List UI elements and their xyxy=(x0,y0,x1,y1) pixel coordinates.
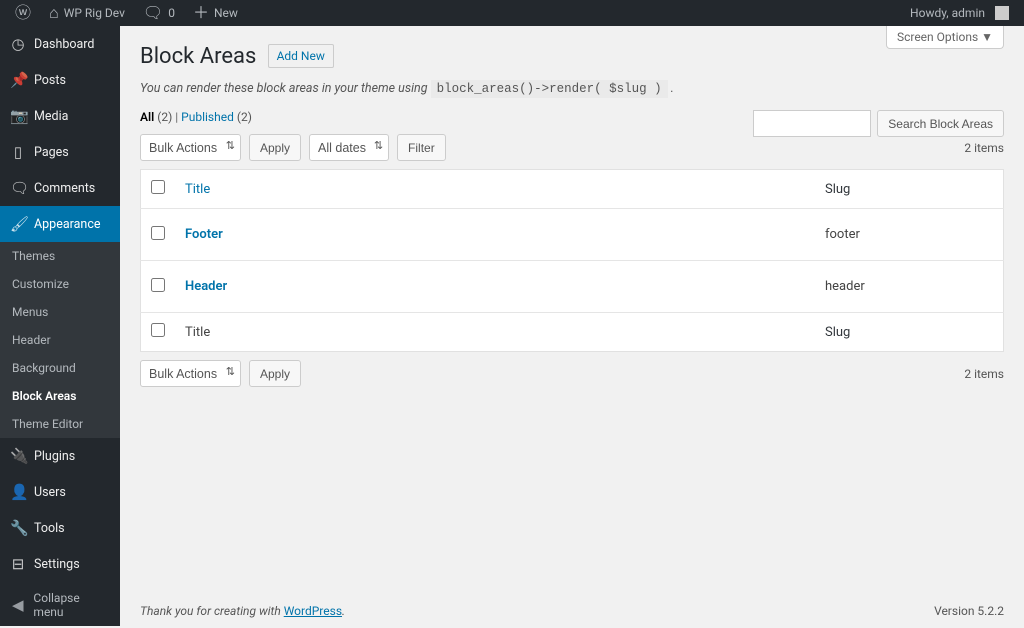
sub-customize[interactable]: Customize xyxy=(0,270,120,298)
screen-options-toggle[interactable]: Screen Options ▼ xyxy=(886,26,1004,49)
content-area: Screen Options ▼ Block Areas Add New You… xyxy=(120,26,1024,626)
tablenav-bottom: Bulk Actions Apply 2 items xyxy=(140,360,1004,387)
menu-settings[interactable]: ⊟Settings xyxy=(0,546,120,582)
col-title[interactable]: Title xyxy=(175,170,815,209)
row-checkbox[interactable] xyxy=(151,226,165,240)
tablenav-top: Bulk Actions Apply All dates Filter 2 it… xyxy=(140,134,1004,161)
appearance-submenu: Themes Customize Menus Header Background… xyxy=(0,242,120,438)
menu-posts[interactable]: 📌Posts xyxy=(0,62,120,98)
menu-dashboard[interactable]: ◷Dashboard xyxy=(0,26,120,62)
admin-bar: ⓦ ⌂WP Rig Dev 🗨0 ＋New Howdy, admin xyxy=(0,0,1024,26)
menu-pages[interactable]: ▯Pages xyxy=(0,134,120,170)
date-filter-select[interactable]: All dates xyxy=(309,134,389,161)
sub-theme-editor[interactable]: Theme Editor xyxy=(0,410,120,438)
row-slug: footer xyxy=(815,209,1004,261)
site-name[interactable]: ⌂WP Rig Dev xyxy=(40,0,134,26)
sub-block-areas[interactable]: Block Areas xyxy=(0,382,120,410)
item-count-top: 2 items xyxy=(964,141,1004,155)
account-menu[interactable]: Howdy, admin xyxy=(901,0,1018,26)
dashboard-icon: ◷ xyxy=(10,35,26,53)
home-icon: ⌂ xyxy=(49,5,59,21)
select-all-bottom[interactable] xyxy=(151,323,165,337)
avatar xyxy=(995,6,1009,20)
footer-thanks: Thank you for creating with WordPress. xyxy=(140,604,345,618)
plus-icon: ＋ xyxy=(193,5,209,21)
view-all[interactable]: All (2) xyxy=(140,110,172,124)
add-new-button[interactable]: Add New xyxy=(268,44,334,68)
collapse-icon: ◀ xyxy=(10,596,25,614)
wp-logo[interactable]: ⓦ xyxy=(6,0,40,26)
hint-text: You can render these block areas in your… xyxy=(140,81,1004,96)
page-title: Block Areas xyxy=(140,44,256,69)
user-icon: 👤 xyxy=(10,483,26,501)
wordpress-icon: ⓦ xyxy=(15,5,31,21)
pin-icon: 📌 xyxy=(10,71,26,89)
bulk-actions-select-top[interactable]: Bulk Actions xyxy=(140,134,241,161)
menu-comments[interactable]: 🗨Comments xyxy=(0,170,120,206)
menu-appearance[interactable]: 🖌Appearance xyxy=(0,206,120,242)
col-slug: Slug xyxy=(815,170,1004,209)
filter-button[interactable]: Filter xyxy=(397,134,446,161)
col-title-bottom[interactable]: Title xyxy=(175,313,815,352)
row-slug: header xyxy=(815,261,1004,313)
select-all-top[interactable] xyxy=(151,180,165,194)
brush-icon: 🖌 xyxy=(10,215,26,233)
version-text: Version 5.2.2 xyxy=(934,604,1004,618)
search-button[interactable]: Search Block Areas xyxy=(877,110,1004,137)
menu-users[interactable]: 👤Users xyxy=(0,474,120,510)
col-slug-bottom: Slug xyxy=(815,313,1004,352)
apply-button-bottom[interactable]: Apply xyxy=(249,360,301,387)
collapse-menu[interactable]: ◀Collapse menu xyxy=(0,582,120,628)
admin-footer: Thank you for creating with WordPress. V… xyxy=(140,604,1004,618)
sub-themes[interactable]: Themes xyxy=(0,242,120,270)
bulk-actions-select-bottom[interactable]: Bulk Actions xyxy=(140,360,241,387)
comments-link[interactable]: 🗨0 xyxy=(134,0,184,26)
table-row: Footer footer xyxy=(141,209,1004,261)
row-title-link[interactable]: Header xyxy=(185,279,227,294)
list-table: Title Slug Footer footer Header header xyxy=(140,169,1004,352)
view-published[interactable]: Published (2) xyxy=(181,110,252,124)
item-count-bottom: 2 items xyxy=(964,367,1004,381)
row-checkbox[interactable] xyxy=(151,278,165,292)
search-input[interactable] xyxy=(753,110,871,137)
code-snippet: block_areas()->render( $slug ) xyxy=(431,80,668,98)
admin-sidebar: ◷Dashboard 📌Posts 📷Media ▯Pages 🗨Comment… xyxy=(0,26,120,626)
sub-menus[interactable]: Menus xyxy=(0,298,120,326)
comment-icon: 🗨 xyxy=(143,5,163,21)
menu-media[interactable]: 📷Media xyxy=(0,98,120,134)
plug-icon: 🔌 xyxy=(10,447,26,465)
wrench-icon: 🔧 xyxy=(10,519,26,537)
comment-icon: 🗨 xyxy=(10,179,26,197)
apply-button-top[interactable]: Apply xyxy=(249,134,301,161)
wordpress-link[interactable]: WordPress xyxy=(284,604,342,618)
menu-plugins[interactable]: 🔌Plugins xyxy=(0,438,120,474)
new-content[interactable]: ＋New xyxy=(184,0,247,26)
media-icon: 📷 xyxy=(10,107,26,125)
sliders-icon: ⊟ xyxy=(10,555,26,573)
sub-header[interactable]: Header xyxy=(0,326,120,354)
table-row: Header header xyxy=(141,261,1004,313)
page-icon: ▯ xyxy=(10,143,26,161)
row-title-link[interactable]: Footer xyxy=(185,227,223,242)
sub-background[interactable]: Background xyxy=(0,354,120,382)
menu-tools[interactable]: 🔧Tools xyxy=(0,510,120,546)
